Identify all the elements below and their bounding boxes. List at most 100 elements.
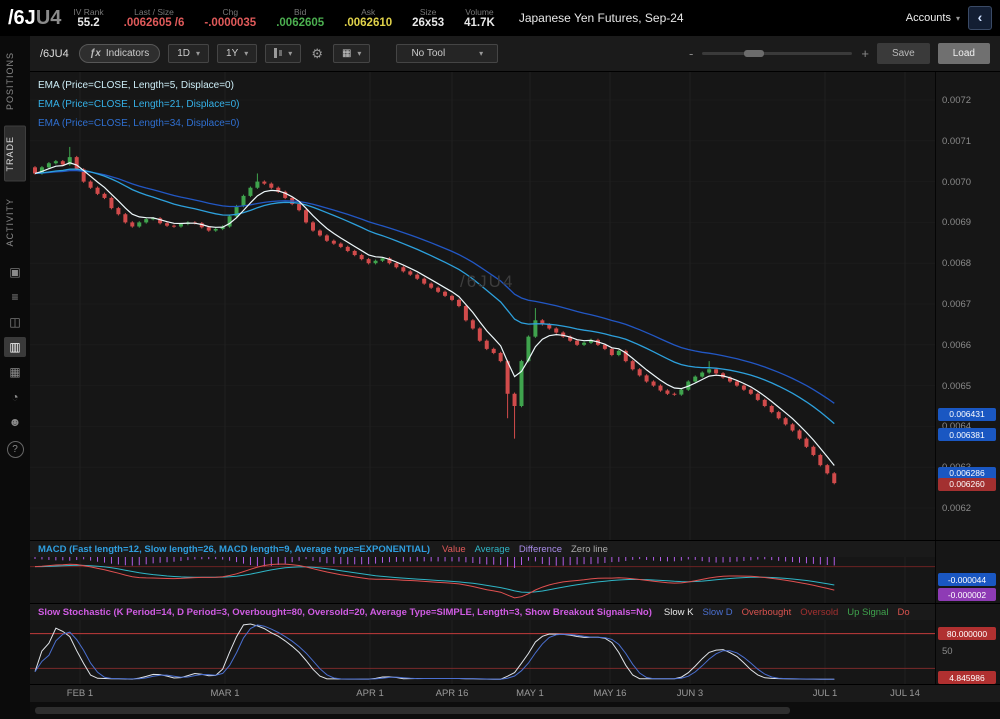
sidebar-tab-activity[interactable]: ACTIVITY — [5, 189, 25, 256]
chart-symbol-label: /6JU4 — [40, 48, 69, 60]
price-chart-panel: EMA (Price=CLOSE, Length=5, Displace=0)E… — [30, 72, 1000, 540]
time-tick: FEB 1 — [67, 688, 93, 699]
price-axis[interactable]: 0.00720.00710.00700.00690.00680.00670.00… — [935, 72, 1000, 540]
grid-layout-icon: ▦ — [342, 48, 351, 59]
ema-legend-line: EMA (Price=CLOSE, Length=34, Displace=0) — [38, 114, 240, 133]
thinkorswim-window: /6JU4 IV Rank55.2 Last / Size.0062605 /6 C… — [0, 0, 1000, 719]
symbol-month: U4 — [36, 7, 62, 29]
legend-item: Up Signal — [847, 607, 888, 618]
ema-legend-line: EMA (Price=CLOSE, Length=21, Displace=0) — [38, 95, 240, 114]
range-dropdown[interactable]: 1Y ▾ — [217, 44, 257, 63]
time-tick: APR 16 — [436, 688, 469, 699]
chevron-down-icon: ▾ — [288, 49, 292, 58]
quote-label: Chg — [204, 7, 256, 17]
price-tick: 0.0069 — [942, 217, 971, 228]
quote-fields: IV Rank55.2 Last / Size.0062605 /6 Chg-.00… — [73, 7, 514, 29]
quote-label: Ask — [344, 7, 392, 17]
price-badge: 0.006381 — [938, 428, 996, 441]
chevron-down-icon: ▾ — [357, 49, 361, 58]
chart-toolbar: /6JU4 ƒxIndicators 1D▾ 1Y▾ ▾ ⚙ ▦▾ No Too… — [30, 36, 1000, 72]
contract-description: Japanese Yen Futures, Sep-24 — [519, 11, 684, 25]
quote-last-size: Last / Size.0062605 /6 — [124, 7, 185, 29]
macd-panel: MACD (Fast length=12, Slow length=26, MA… — [30, 540, 1000, 604]
legend-item: Oversold — [800, 607, 838, 618]
symbol-root: /6J — [8, 7, 36, 29]
zoom-slider[interactable] — [702, 52, 852, 55]
zoom-slider-handle[interactable] — [744, 50, 764, 57]
people-icon[interactable]: ☻ — [4, 412, 26, 432]
clock-icon[interactable]: ◔ — [4, 387, 26, 407]
chevron-down-icon: ▾ — [244, 49, 248, 58]
stochastic-axis[interactable]: 80.000000504.845986 — [935, 604, 1000, 685]
bottom-scroll-area — [30, 702, 1000, 719]
chart-settings-gear-icon[interactable]: ⚙ — [309, 46, 325, 62]
sidebar-tab-trade[interactable]: TRADE — [4, 126, 26, 182]
time-tick: MAR 1 — [210, 688, 239, 699]
chevron-down-icon: ▾ — [196, 49, 200, 58]
stoch-overbought-badge: 80.000000 — [938, 627, 996, 640]
time-tick: JUN 3 — [677, 688, 703, 699]
quote-label: IV Rank — [73, 7, 103, 17]
symbol-title: /6JU4 — [0, 7, 73, 30]
legend-title: MACD (Fast length=12, Slow length=26, MA… — [38, 544, 430, 555]
zoom-in-button[interactable]: + — [861, 46, 869, 61]
legend-item: Zero line — [571, 544, 608, 555]
grid-icon[interactable]: ▦ — [4, 362, 26, 382]
quote-value: 55.2 — [73, 17, 103, 29]
macd-badge: -0.000002 — [938, 588, 996, 601]
time-axis[interactable]: FEB 1MAR 1APR 1APR 16MAY 1MAY 16JUN 3JUL… — [30, 684, 1000, 703]
drawing-tool-dropdown[interactable]: No Tool ▾ — [396, 44, 498, 63]
save-button[interactable]: Save — [877, 43, 930, 64]
quote-value: 26x53 — [412, 17, 444, 29]
macd-legend: MACD (Fast length=12, Slow length=26, MA… — [30, 541, 1000, 557]
legend-item: Do — [897, 607, 909, 618]
price-chart-canvas[interactable] — [30, 72, 935, 540]
quote-iv-rank: IV Rank55.2 — [73, 7, 103, 29]
price-tick: 0.0070 — [942, 177, 971, 188]
collapse-panel-button[interactable]: ‹ — [968, 6, 992, 30]
indicators-button[interactable]: ƒxIndicators — [79, 44, 160, 63]
sidebar-tab-positions[interactable]: POSITIONS — [5, 43, 25, 119]
monitor-icon[interactable]: ▣ — [4, 262, 26, 282]
quote-bid: Bid.0062605 — [276, 7, 324, 29]
left-sidebar: POSITIONS TRADE ACTIVITY ▣ ≡ ◫ ▥ ▦ ◔ ☻? — [0, 36, 31, 719]
quote-value: -.0000035 — [204, 17, 256, 29]
time-tick: APR 1 — [356, 688, 383, 699]
accounts-label: Accounts — [906, 12, 951, 24]
timeframe-dropdown[interactable]: 1D ▾ — [168, 44, 209, 63]
quote-value: 41.7K — [464, 17, 495, 29]
quote-label: Bid — [276, 7, 324, 17]
price-tick: 0.0071 — [942, 136, 971, 147]
quote-size: Size26x53 — [412, 7, 444, 29]
ema-legend-line: EMA (Price=CLOSE, Length=5, Displace=0) — [38, 76, 240, 95]
time-tick: JUL 14 — [890, 688, 920, 699]
help-icon[interactable]: ? — [7, 441, 24, 458]
chart-style-dropdown[interactable]: ▾ — [265, 44, 301, 63]
orders-icon[interactable]: ◫ — [4, 312, 26, 332]
price-badge: 0.006260 — [938, 478, 996, 491]
accounts-dropdown[interactable]: Accounts ▾ — [898, 8, 968, 28]
zoom-out-button[interactable]: - — [689, 46, 693, 61]
chart-icon[interactable]: ▥ — [4, 337, 26, 357]
legend-item: Average — [475, 544, 510, 555]
range-value: 1Y — [226, 48, 238, 59]
price-tick: 0.0068 — [942, 258, 971, 269]
timeframe-value: 1D — [177, 48, 190, 59]
time-tick: MAY 16 — [594, 688, 627, 699]
horizontal-scrollbar[interactable] — [35, 707, 790, 714]
legend-title: Slow Stochastic (K Period=14, D Period=3… — [38, 607, 652, 618]
stochastic-canvas[interactable] — [30, 620, 935, 685]
load-button[interactable]: Load — [938, 43, 990, 64]
macd-axis[interactable]: -0.000044-0.000002 — [935, 541, 1000, 604]
drawing-tool-value: No Tool — [411, 48, 445, 59]
layout-dropdown[interactable]: ▦▾ — [333, 44, 370, 63]
zoom-control: - + — [689, 46, 869, 61]
macd-canvas[interactable] — [30, 557, 935, 604]
quote-value: .0062605 — [276, 17, 324, 29]
sidebar-tabs: POSITIONS TRADE ACTIVITY — [0, 43, 30, 255]
chevron-down-icon: ▾ — [479, 49, 483, 58]
list-icon[interactable]: ≡ — [4, 287, 26, 307]
quote-chg: Chg-.0000035 — [204, 7, 256, 29]
candlestick-icon — [274, 48, 282, 59]
chevron-down-icon: ▾ — [956, 14, 960, 23]
